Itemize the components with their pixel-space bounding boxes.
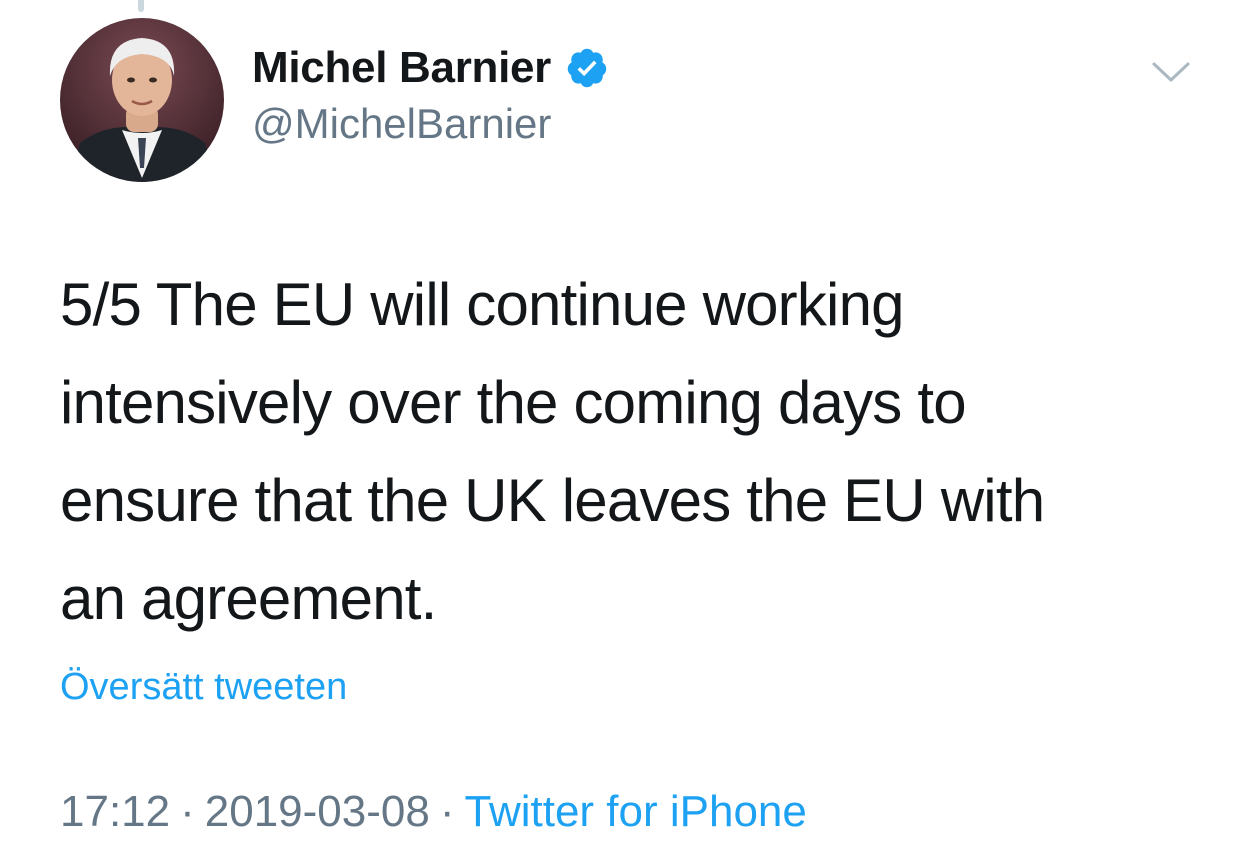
tweet-meta: 17:12 · 2019-03-08 · Twitter for iPhone xyxy=(60,784,807,840)
tweet-text-line: an agreement. xyxy=(60,565,437,632)
meta-separator: · xyxy=(439,787,455,836)
tweet-date: 2019-03-08 xyxy=(204,787,430,836)
thread-connector-line xyxy=(138,0,144,12)
verified-badge-icon xyxy=(565,46,609,90)
chevron-down-icon xyxy=(1152,62,1190,82)
author-handle[interactable]: @MichelBarnier xyxy=(252,100,551,148)
tweet-text: 5/5 The EU will continue working intensi… xyxy=(60,256,1200,648)
tweet-source-link[interactable]: Twitter for iPhone xyxy=(465,787,807,836)
tweet-time: 17:12 xyxy=(60,787,171,836)
translate-tweet-link[interactable]: Översätt tweeten xyxy=(60,662,347,712)
author-name-row[interactable]: Michel Barnier xyxy=(252,38,609,98)
tweet-text-line: intensively over the coming days to xyxy=(60,369,967,436)
author-display-name[interactable]: Michel Barnier xyxy=(252,43,551,93)
avatar-photo xyxy=(60,18,224,182)
tweet-text-line: ensure that the UK leaves the EU with xyxy=(60,467,1045,534)
avatar[interactable] xyxy=(60,18,224,182)
tweet-text-line: 5/5 The EU will continue working xyxy=(60,271,905,338)
meta-separator: · xyxy=(180,787,195,836)
tweet-menu-button[interactable] xyxy=(1150,54,1192,90)
